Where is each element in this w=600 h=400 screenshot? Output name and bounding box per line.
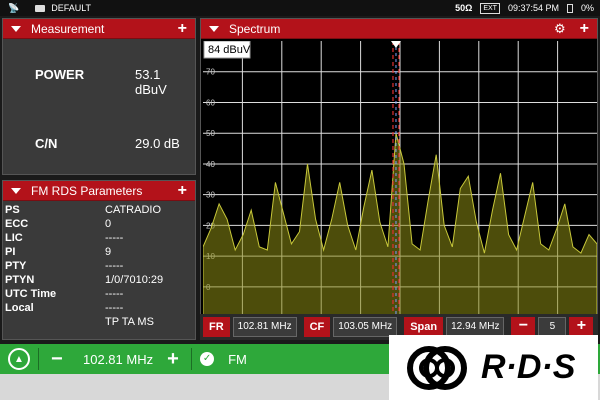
home-button[interactable]: ▲: [0, 344, 38, 374]
spectrum-chart[interactable]: 706050403020100-1084 dBuV: [203, 41, 597, 333]
measurement-panel: Measurement + POWER 53.1 dBuV C/N 29.0 d…: [2, 18, 196, 175]
collapse-icon[interactable]: [11, 25, 21, 32]
freq-minus-button[interactable]: −: [51, 348, 67, 371]
preset-name[interactable]: DEFAULT: [51, 3, 91, 13]
rds-key: PTYN: [5, 274, 35, 286]
measure-value: 53.1 dBuV: [135, 67, 167, 97]
rds-key: ECC: [5, 218, 29, 230]
frequency-value[interactable]: 102.81 MHz: [83, 352, 153, 367]
rds-key: LIC: [5, 232, 23, 244]
y-tick-label: 50: [206, 129, 215, 138]
check-icon: ✓: [200, 352, 215, 366]
measurement-header[interactable]: Measurement +: [3, 19, 195, 39]
step-value[interactable]: 5: [538, 317, 567, 337]
panel-title: Spectrum: [229, 21, 281, 36]
fr-button[interactable]: FR: [203, 317, 230, 337]
rds-row: TP TA MS: [3, 316, 195, 329]
folder-icon[interactable]: [35, 4, 46, 12]
y-tick-label: 40: [206, 160, 215, 169]
rds-key: Local: [5, 302, 34, 314]
rds-value: -----: [105, 288, 124, 300]
rds-key: PTY: [5, 260, 27, 272]
rds-key: UTC Time: [5, 288, 57, 300]
rds-logo: R·D·S: [389, 335, 598, 400]
freq-plus-button[interactable]: +: [167, 348, 183, 371]
rds-panel: FM RDS Parameters + PS CATRADIO ECC 0 LIC -…: [2, 180, 196, 340]
rds-value: -----: [105, 232, 124, 244]
divider: [191, 348, 193, 370]
rds-row: UTC Time -----: [3, 288, 195, 301]
add-icon[interactable]: +: [178, 20, 195, 37]
panel-title: Measurement: [31, 21, 105, 36]
rds-row: Local -----: [3, 302, 195, 315]
rds-key: PI: [5, 246, 16, 258]
measure-label: POWER: [35, 67, 85, 82]
collapse-icon[interactable]: [11, 187, 21, 194]
rds-row: ECC 0: [3, 218, 195, 231]
rds-value: 9: [105, 246, 112, 258]
rds-value: TP TA MS: [105, 316, 154, 328]
rds-row: LIC -----: [3, 232, 195, 245]
measure-label: C/N: [35, 136, 58, 151]
clock: 09:37:54 PM: [507, 3, 559, 13]
rds-value: 0: [105, 218, 112, 230]
add-icon[interactable]: +: [178, 182, 195, 199]
rds-logo-text: R·D·S: [481, 348, 576, 386]
add-icon[interactable]: +: [580, 20, 597, 37]
panel-title: FM RDS Parameters: [31, 183, 143, 198]
battery-level: 0%: [580, 3, 594, 13]
collapse-icon[interactable]: [209, 25, 219, 32]
y-tick-label: 30: [206, 191, 215, 200]
y-tick-label: 60: [206, 98, 215, 107]
battery-icon: [566, 3, 573, 13]
rds-row: PS CATRADIO: [3, 204, 195, 217]
rds-key: PS: [5, 204, 20, 216]
rds-row: PTY -----: [3, 260, 195, 273]
home-icon[interactable]: ▲: [8, 348, 30, 370]
status-bar: 📡 DEFAULT 50Ω EXT 09:37:54 PM 0%: [0, 0, 600, 16]
cf-button[interactable]: CF: [303, 317, 331, 337]
step-minus-button[interactable]: −: [511, 317, 536, 337]
measure-value: 29.0 dB: [135, 136, 180, 151]
ref-level-label: 84 dBuV: [208, 44, 251, 56]
span-button[interactable]: Span: [404, 317, 444, 337]
rds-value: -----: [105, 302, 124, 314]
rds-logo-icon: [407, 345, 467, 390]
mode-value[interactable]: FM: [228, 352, 247, 367]
impedance-badge: 50Ω: [455, 3, 473, 13]
cf-value[interactable]: 103.05 MHz: [333, 317, 398, 337]
step-plus-button[interactable]: +: [569, 317, 594, 337]
rds-header[interactable]: FM RDS Parameters +: [3, 181, 195, 201]
rds-value: 1/0/7010:29: [105, 274, 164, 286]
ext-badge: EXT: [480, 2, 500, 14]
divider: [38, 348, 39, 370]
rds-row: PTYN 1/0/7010:29: [3, 274, 195, 287]
rds-value: CATRADIO: [105, 204, 162, 216]
spectrum-panel: Spectrum ⚙ + 706050403020100-1084 dBuV: [200, 18, 598, 340]
antenna-icon: 📡: [8, 2, 20, 13]
rds-value: -----: [105, 260, 124, 272]
fr-value[interactable]: 102.81 MHz: [232, 317, 297, 337]
rds-row: PI 9: [3, 246, 195, 259]
spectrum-header[interactable]: Spectrum ⚙ +: [201, 19, 597, 39]
span-value[interactable]: 12.94 MHz: [446, 317, 505, 337]
gear-icon[interactable]: ⚙: [554, 21, 580, 37]
y-tick-label: 70: [206, 68, 215, 77]
